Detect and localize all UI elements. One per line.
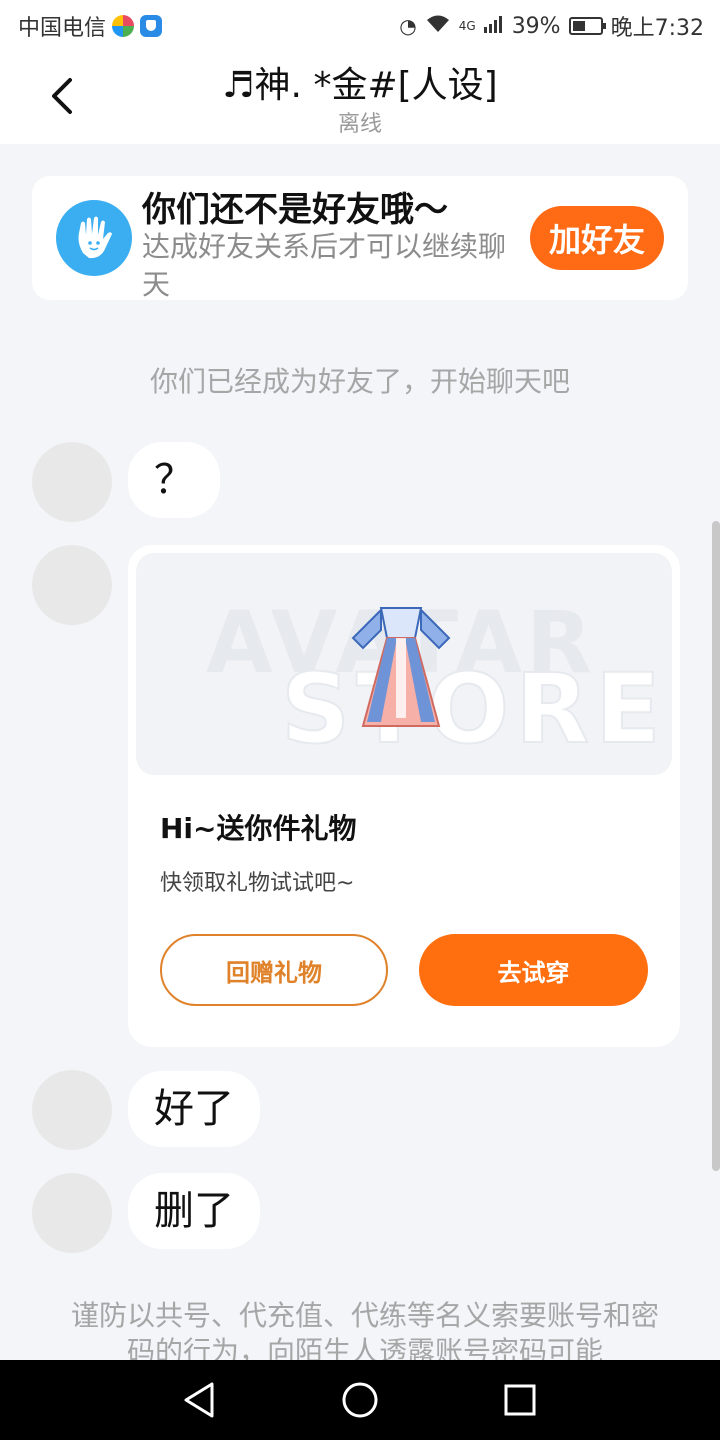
gift-title: Hi~送你件礼物 [160, 812, 357, 845]
clock: 晚上7:32 [610, 16, 704, 41]
banner-title: 你们还不是好友哦～ [142, 190, 448, 230]
alarm-icon: ◔ [399, 14, 417, 38]
try-on-button[interactable]: 去试穿 [419, 934, 648, 1006]
home-circle-icon[interactable] [338, 1378, 382, 1422]
wifi-icon [425, 14, 451, 39]
avatar[interactable] [32, 545, 112, 625]
message-bubble[interactable]: 好了 [128, 1071, 260, 1147]
banner-description: 达成好友关系后才可以继续聊天 [142, 230, 507, 301]
avatar[interactable] [32, 442, 112, 522]
battery-percent: 39% [511, 13, 561, 39]
watermark-store: STORE [280, 652, 667, 766]
app-notification-icon [112, 15, 135, 37]
shield-app-icon [140, 15, 163, 37]
gift-image: AVATAR STORE [136, 553, 672, 775]
add-friend-button[interactable]: 加好友 [530, 206, 664, 270]
system-message: 你们已经成为好友了，开始聊天吧 [149, 365, 570, 398]
dress-icon [351, 607, 451, 727]
system-nav-bar [0, 1360, 720, 1440]
carrier-label: 中国电信 [18, 16, 107, 41]
scrollbar[interactable] [712, 521, 720, 1171]
not-friends-banner: 你们还不是好友哦～ 达成好友关系后才可以继续聊天 加好友 [32, 176, 688, 301]
battery-icon [568, 17, 606, 35]
back-triangle-icon[interactable] [178, 1378, 222, 1422]
message-bubble[interactable]: ？ [128, 442, 220, 518]
message-bubble[interactable]: 删了 [128, 1173, 260, 1249]
status-bar: 中国电信 ◔ 4G 39% 晚上7:32 [0, 0, 720, 50]
network-type: 4G [458, 19, 476, 33]
waving-hand-icon [56, 200, 132, 276]
avatar[interactable] [32, 1173, 112, 1253]
recents-square-icon[interactable] [498, 1378, 542, 1422]
return-gift-button[interactable]: 回赠礼物 [160, 934, 388, 1006]
gift-card[interactable]: AVATAR STORE Hi~送你件礼物 快领取礼物试试吧~ 回赠礼物 去试穿 [128, 545, 680, 1047]
signal-icon [483, 14, 504, 39]
chat-header: ♬神. *金#[人设] 离线 [0, 50, 720, 144]
chat-title: ♬神. *金#[人设] [222, 65, 498, 106]
online-status: 离线 [337, 112, 382, 137]
avatar[interactable] [32, 1070, 112, 1150]
gift-description: 快领取礼物试试吧~ [160, 871, 355, 896]
